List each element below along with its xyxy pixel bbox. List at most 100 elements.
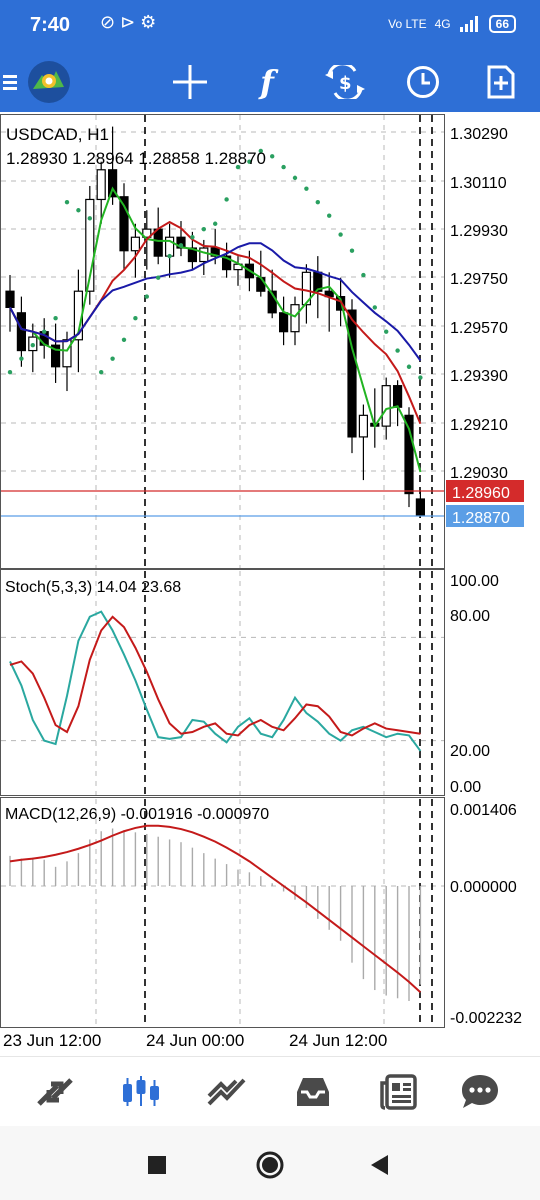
trade-icon[interactable] xyxy=(187,1057,267,1127)
symbol-change-icon[interactable]: $ xyxy=(320,52,370,112)
candle-bull xyxy=(381,385,391,427)
signal-icon xyxy=(459,16,478,32)
sar-dot xyxy=(201,226,206,232)
recents-icon[interactable] xyxy=(140,1148,174,1182)
sar-dot xyxy=(76,208,81,213)
ohlc-label: 1.28930 1.28964 1.28858 1.28870 xyxy=(6,149,266,168)
sar-dot xyxy=(133,315,138,321)
quotes-icon[interactable] xyxy=(15,1057,95,1127)
status-time: 7:40 xyxy=(30,14,71,36)
stoch-label: Stoch(5,3,3) 14.04 23.68 xyxy=(5,579,181,596)
sar-dot xyxy=(338,232,343,237)
ask-price-label: 1.28960 xyxy=(452,485,510,502)
macd-signal-line xyxy=(9,824,422,993)
network-indicator: 4G xyxy=(434,17,451,31)
price-tick: 1.29750 xyxy=(450,271,508,288)
sar-dot xyxy=(121,337,127,342)
candle-bear xyxy=(347,309,357,438)
sar-dot xyxy=(418,375,423,380)
sar-dot xyxy=(304,186,309,191)
sar-dot xyxy=(213,221,218,226)
candle-bull xyxy=(290,304,300,333)
chart-canvas[interactable]: USDCAD, H1 1.28930 1.28964 1.28858 1.288… xyxy=(0,112,540,1052)
chart-area[interactable]: USDCAD, H1 1.28930 1.28964 1.28858 1.288… xyxy=(0,112,540,1052)
symbol-label: USDCAD, H1 xyxy=(6,125,109,144)
candle-bull xyxy=(62,339,72,368)
candle-bull xyxy=(96,169,106,201)
status-right: Vo LTE 4G 66 xyxy=(388,15,516,33)
stoch-pane xyxy=(0,569,445,796)
candle-bear xyxy=(393,385,403,408)
price-tick: 1.29030 xyxy=(450,465,508,482)
stoch-tick: 80.00 xyxy=(450,608,490,625)
candle-bear xyxy=(153,228,163,257)
metatrader-logo-icon[interactable] xyxy=(24,52,74,112)
sar-dot xyxy=(406,364,412,369)
sar-dot xyxy=(99,369,104,375)
sar-dot xyxy=(19,356,24,361)
stoch-tick: 20.00 xyxy=(450,743,490,760)
macd-tick: 0.001406 xyxy=(450,802,517,819)
sar-dot xyxy=(7,369,13,375)
price-tick: 1.29210 xyxy=(450,417,508,434)
candle-bull xyxy=(130,236,140,252)
notification-icons: ⊘ ⊳ ⚙ xyxy=(100,12,157,32)
macd-pane xyxy=(0,797,445,1028)
candles-layer xyxy=(5,126,425,518)
candle-bull xyxy=(358,414,368,438)
sar-dot xyxy=(395,348,400,353)
time-tick: 24 Jun 00:00 xyxy=(146,1031,244,1050)
system-nav xyxy=(0,1126,540,1200)
sar-dot xyxy=(315,199,320,205)
chat-icon[interactable] xyxy=(440,1057,520,1127)
candle-bear xyxy=(256,277,266,292)
candle-bear xyxy=(5,290,15,308)
sar-dot xyxy=(224,197,229,202)
sar-dot xyxy=(327,213,332,218)
sar-dot xyxy=(144,294,149,299)
sar-dot xyxy=(30,342,35,348)
candle-bear xyxy=(279,312,289,333)
bottom-nav xyxy=(0,1056,540,1127)
macd-tick: 0.000000 xyxy=(450,879,517,896)
sar-dot xyxy=(87,216,93,221)
volte-indicator: Vo LTE xyxy=(388,17,427,31)
stoch-tick: 0.00 xyxy=(450,779,481,796)
candle-bear xyxy=(415,498,425,516)
top-toolbar: f $ xyxy=(0,52,540,112)
sar-dot xyxy=(156,275,161,280)
stoch-tick: 100.00 xyxy=(450,573,499,590)
sar-dot xyxy=(53,315,58,321)
grid-layer xyxy=(1,115,444,1027)
time-tick: 24 Jun 12:00 xyxy=(289,1031,387,1050)
price-tick: 1.29390 xyxy=(450,368,508,385)
chart-icon[interactable] xyxy=(101,1057,181,1127)
sar-dot xyxy=(190,235,195,240)
stoch-main-line xyxy=(9,610,422,752)
macd-tick: -0.002232 xyxy=(450,1010,522,1027)
sar-dot xyxy=(384,329,389,334)
sar-dot xyxy=(349,248,355,253)
home-icon[interactable] xyxy=(253,1148,287,1182)
function-icon[interactable]: f xyxy=(242,52,292,112)
news-icon[interactable] xyxy=(359,1057,439,1127)
history-icon[interactable] xyxy=(273,1057,353,1127)
sar-dot xyxy=(178,243,184,248)
sar-dot xyxy=(292,175,298,181)
menu-icon[interactable] xyxy=(0,52,22,112)
labels-layer: USDCAD, H1 1.28930 1.28964 1.28858 1.288… xyxy=(3,125,524,1050)
new-order-icon[interactable] xyxy=(476,52,526,112)
back-icon[interactable] xyxy=(362,1148,396,1182)
sar-dot xyxy=(372,305,377,310)
sar-dot xyxy=(281,164,286,170)
crosshair-icon[interactable] xyxy=(165,52,215,112)
svg-text:$: $ xyxy=(339,73,352,94)
clock-icon[interactable] xyxy=(398,52,448,112)
battery-indicator: 66 xyxy=(488,15,516,33)
sar-dot xyxy=(110,356,115,361)
bid-price-label: 1.28870 xyxy=(452,510,510,527)
sar-dot xyxy=(42,329,47,334)
time-tick: 23 Jun 12:00 xyxy=(3,1031,101,1050)
sar-dot xyxy=(361,272,366,278)
price-tick: 1.30290 xyxy=(450,126,508,143)
